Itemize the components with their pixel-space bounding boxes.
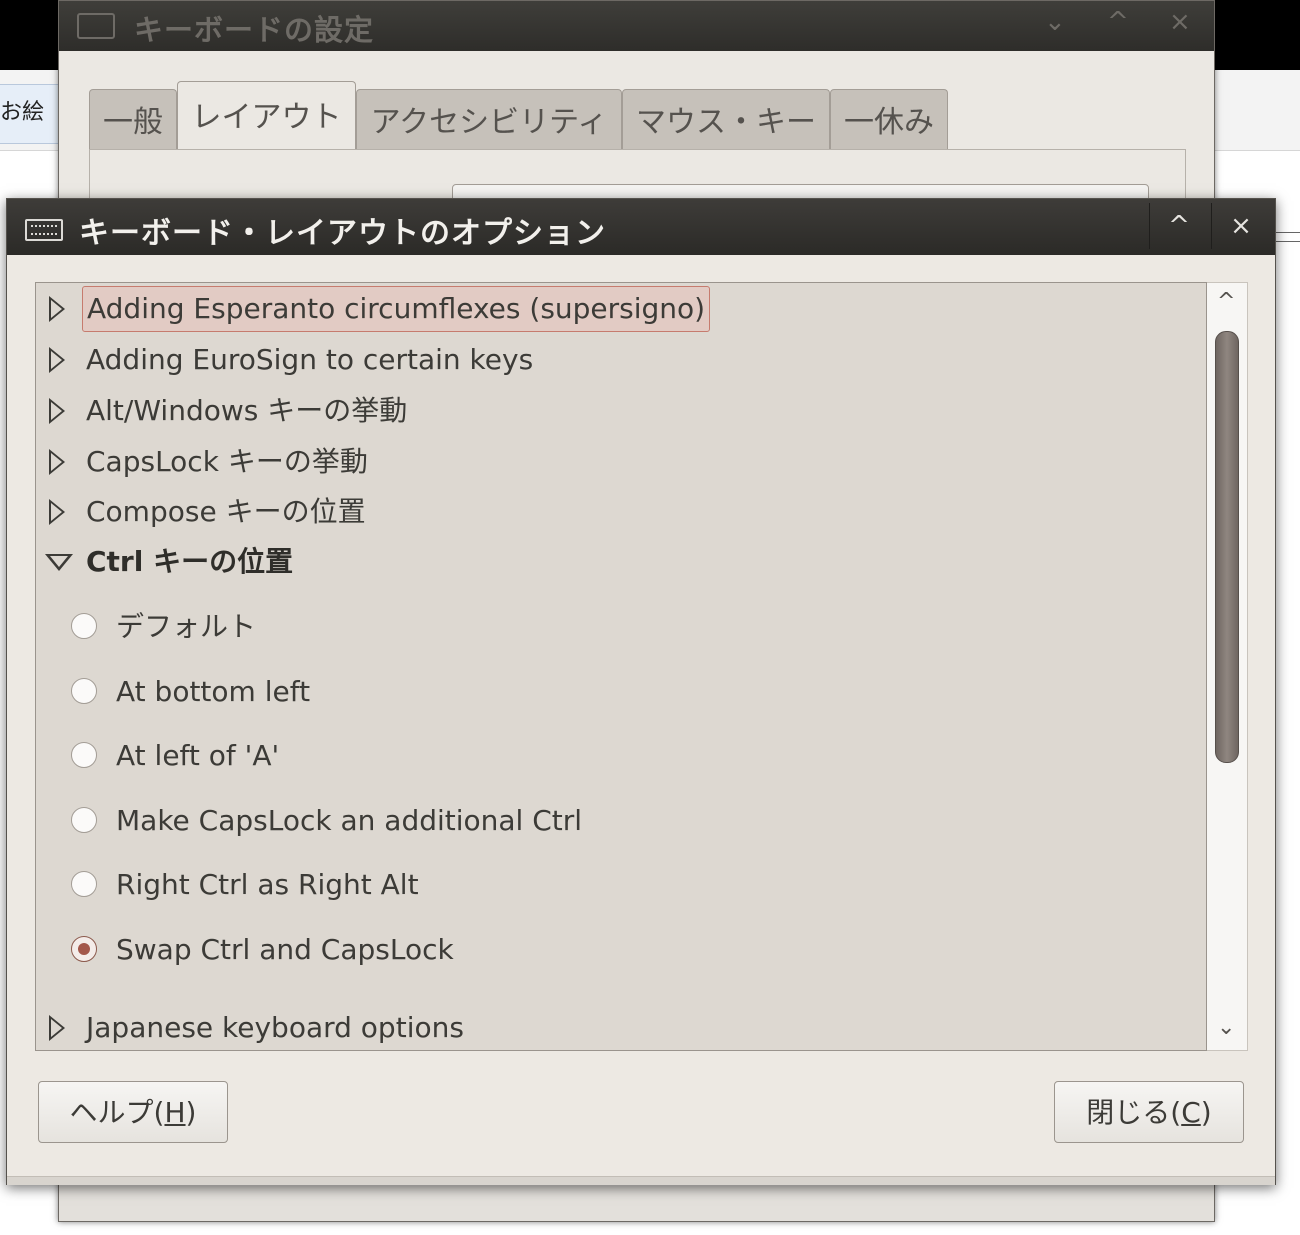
expander-down-icon[interactable] <box>45 554 73 571</box>
dialog-bottom-edge <box>7 1176 1275 1185</box>
help-accelerator: H <box>164 1096 186 1129</box>
close-button[interactable]: × <box>1169 7 1191 37</box>
ctrl-choice-left-of-a[interactable]: At left of 'A' <box>36 731 1196 781</box>
option-row-compose[interactable]: Compose キーの位置 <box>36 488 1196 536</box>
keyboard-settings-bottom <box>59 1186 1214 1221</box>
close-button[interactable]: × <box>1211 203 1270 249</box>
tab-general[interactable]: 一般 <box>89 89 177 151</box>
option-label: Adding Esperanto circumflexes (supersign… <box>82 286 711 332</box>
ctrl-choice-right-ctrl-alt[interactable]: Right Ctrl as Right Alt <box>36 860 1196 910</box>
option-label: Ctrl キーの位置 <box>86 545 294 578</box>
help-button[interactable]: ヘルプ(H) <box>38 1081 228 1143</box>
expander-right-icon[interactable] <box>49 347 65 373</box>
vertical-scrollbar[interactable]: ^ ⌄ <box>1207 282 1248 1051</box>
tab-mouse-keys[interactable]: マウス・キー <box>622 89 830 151</box>
expander-right-icon[interactable] <box>49 296 65 322</box>
scroll-up-icon[interactable]: ^ <box>1217 289 1235 314</box>
radio-label: Make CapsLock an additional Ctrl <box>116 804 583 837</box>
radio-button[interactable] <box>71 742 97 768</box>
option-label: CapsLock キーの挙動 <box>86 445 368 478</box>
expander-right-icon[interactable] <box>49 1015 65 1041</box>
layout-options-dialog: キーボード・レイアウトのオプション ^ × Adding Esperanto c… <box>6 198 1276 1185</box>
scrollbar-thumb[interactable] <box>1215 331 1239 763</box>
radio-label: Right Ctrl as Right Alt <box>116 868 419 901</box>
option-row-eurosign[interactable]: Adding EuroSign to certain keys <box>36 336 1196 384</box>
ctrl-choice-capslock-ctrl[interactable]: Make CapsLock an additional Ctrl <box>36 796 1196 846</box>
radio-label: At left of 'A' <box>116 739 280 772</box>
option-row-capslock[interactable]: CapsLock キーの挙動 <box>36 438 1196 486</box>
option-label: Japanese keyboard options <box>86 1011 464 1044</box>
ctrl-choice-bottom-left[interactable]: At bottom left <box>36 667 1196 717</box>
dialog-title: キーボード・レイアウトのオプション <box>79 216 606 251</box>
scroll-down-icon[interactable]: ⌄ <box>1217 1015 1235 1040</box>
tab-break[interactable]: 一休み <box>830 89 948 151</box>
radio-button[interactable] <box>71 871 97 897</box>
option-row-esperanto[interactable]: Adding Esperanto circumflexes (supersign… <box>36 285 1196 333</box>
maximize-button[interactable]: ^ <box>1107 7 1129 37</box>
close-button-label: 閉じる( <box>1086 1096 1182 1129</box>
close-button-suffix: ) <box>1200 1096 1212 1129</box>
radio-label: At bottom left <box>116 675 311 708</box>
keyboard-icon <box>25 219 63 241</box>
help-button-label: ヘルプ( <box>69 1096 165 1129</box>
options-tree: Adding Esperanto circumflexes (supersign… <box>35 282 1207 1051</box>
tab-accessibility[interactable]: アクセシビリティ <box>356 89 622 151</box>
radio-label: Swap Ctrl and CapsLock <box>116 933 454 966</box>
keyboard-settings-title: キーボードの設定 <box>134 13 375 47</box>
ctrl-choice-swap[interactable]: Swap Ctrl and CapsLock <box>36 925 1196 975</box>
radio-button[interactable] <box>71 613 97 639</box>
radio-label: デフォルト <box>116 610 257 643</box>
maximize-button[interactable]: ^ <box>1149 203 1208 249</box>
option-row-japanese[interactable]: Japanese keyboard options <box>36 1004 1196 1050</box>
option-row-alt-windows[interactable]: Alt/Windows キーの挙動 <box>36 387 1196 435</box>
option-row-ctrl[interactable]: Ctrl キーの位置 <box>36 538 1196 586</box>
radio-button-checked[interactable] <box>71 936 97 962</box>
close-dialog-button[interactable]: 閉じる(C) <box>1054 1081 1244 1143</box>
keyboard-settings-titlebar: キーボードの設定 ⌄ ^ × <box>59 1 1214 51</box>
tab-layout[interactable]: レイアウト <box>177 81 356 153</box>
keyboard-icon <box>77 13 115 39</box>
expander-right-icon[interactable] <box>49 449 65 475</box>
option-label: Adding EuroSign to certain keys <box>86 343 534 376</box>
option-label: Alt/Windows キーの挙動 <box>86 394 408 427</box>
close-accelerator: C <box>1181 1096 1201 1129</box>
help-button-suffix: ) <box>185 1096 197 1129</box>
ctrl-choice-default[interactable]: デフォルト <box>36 602 1196 652</box>
option-label: Compose キーの位置 <box>86 495 366 528</box>
background-tab-label: お絵 <box>0 100 45 125</box>
radio-button[interactable] <box>71 678 97 704</box>
layout-options-titlebar: キーボード・レイアウトのオプション ^ × <box>7 199 1275 255</box>
radio-button[interactable] <box>71 807 97 833</box>
expander-right-icon[interactable] <box>49 398 65 424</box>
minimize-button[interactable]: ⌄ <box>1044 7 1066 37</box>
expander-right-icon[interactable] <box>49 499 65 525</box>
